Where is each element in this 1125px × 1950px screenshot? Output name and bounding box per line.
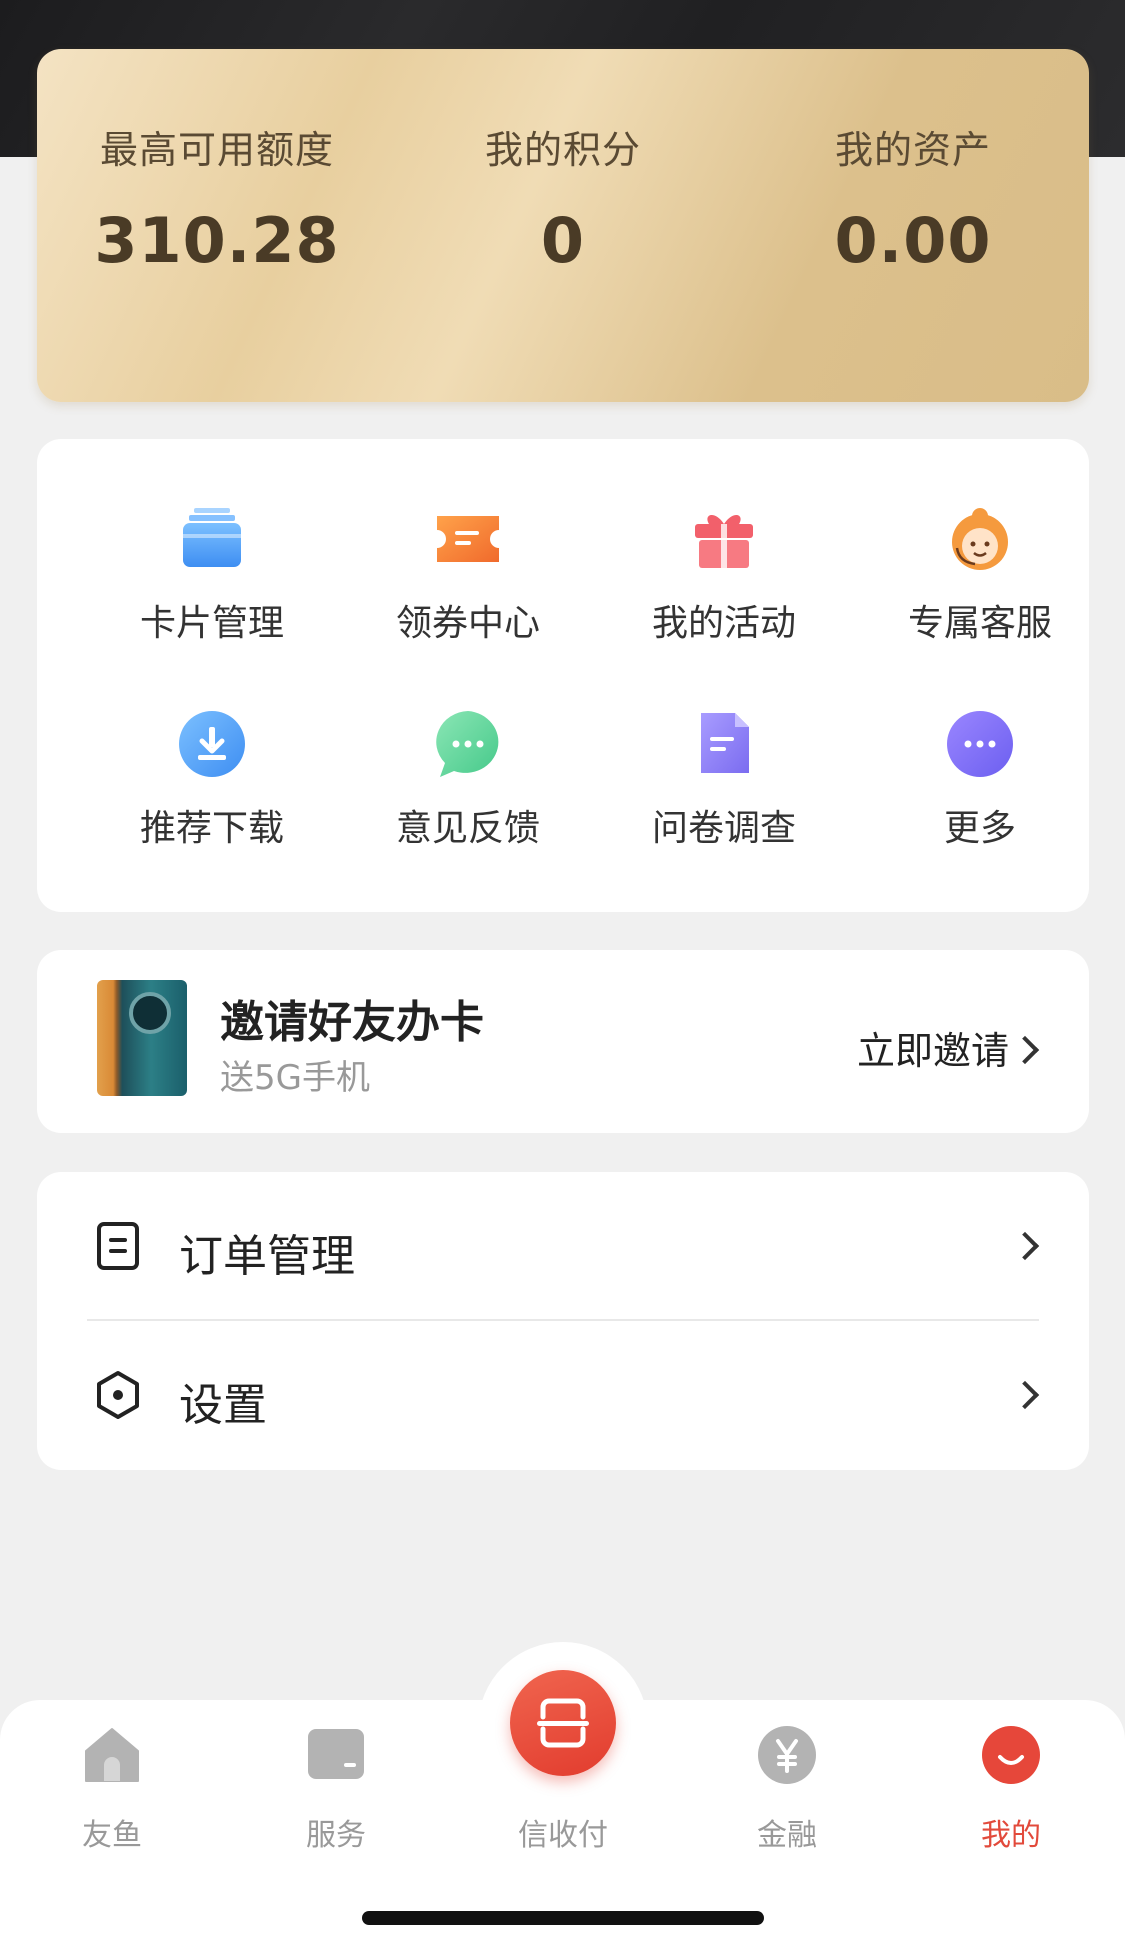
tab-label: 友鱼 — [82, 1818, 142, 1853]
invite-title: 邀请好友办卡 — [220, 997, 484, 1048]
survey-icon — [701, 713, 749, 773]
service-feedback[interactable]: 意见反馈 — [338, 709, 598, 869]
my-points[interactable]: 我的积分 0 — [413, 119, 713, 277]
chevron-right-icon — [1010, 1231, 1040, 1261]
menu-item-label: 设置 — [179, 1380, 267, 1431]
service-more[interactable]: 更多 — [850, 709, 1110, 869]
chevron-right-icon — [1010, 1035, 1040, 1065]
more-icon — [947, 711, 1013, 777]
yen-icon — [758, 1726, 816, 1784]
service-card-management[interactable]: 卡片管理 — [82, 504, 342, 664]
my-points-label: 我的积分 — [484, 128, 641, 172]
service-icon — [308, 1729, 364, 1779]
menu-list: 订单管理 设置 — [37, 1172, 1089, 1470]
customer-service-icon — [952, 508, 1008, 570]
download-icon — [179, 711, 245, 777]
invite-friends-banner[interactable]: 邀请好友办卡 送5G手机 立即邀请 — [37, 950, 1089, 1133]
feedback-icon — [436, 711, 499, 777]
services-grid: 卡片管理 领券中心 我的活动 专属客服 推荐下载 意见反馈 问卷调查 更多 — [37, 439, 1089, 912]
service-label: 卡片管理 — [139, 603, 284, 644]
service-label: 领券中心 — [395, 603, 540, 644]
order-icon — [97, 1222, 139, 1270]
tab-scan-pay-button[interactable] — [510, 1670, 616, 1776]
tab-service[interactable]: 服务 — [256, 1725, 416, 1855]
service-label: 我的活动 — [651, 603, 796, 644]
coupon-icon — [437, 516, 499, 562]
tab-youyu[interactable]: 友鱼 — [32, 1725, 192, 1855]
service-recommend-download[interactable]: 推荐下载 — [82, 709, 342, 869]
phone-camera-graphic — [129, 992, 171, 1034]
page: 最高可用额度 310.28 我的积分 0 我的资产 0.00 卡片管理 领券中心… — [0, 0, 1125, 1950]
service-my-activities[interactable]: 我的活动 — [594, 504, 854, 664]
invite-subtitle: 送5G手机 — [220, 1058, 370, 1098]
tab-label: 服务 — [306, 1818, 366, 1853]
asset-summary-card: 最高可用额度 310.28 我的积分 0 我的资产 0.00 — [37, 49, 1089, 402]
my-assets[interactable]: 我的资产 0.00 — [763, 119, 1063, 277]
settings-icon — [97, 1371, 139, 1419]
tab-label: 我的 — [981, 1818, 1041, 1853]
service-label: 问卷调查 — [651, 808, 796, 849]
menu-item-settings[interactable]: 设置 — [37, 1321, 1089, 1469]
cards-icon — [183, 508, 241, 567]
invite-now-link[interactable]: 立即邀请 — [857, 1020, 1009, 1075]
tab-finance[interactable]: 金融 — [707, 1725, 867, 1855]
menu-item-label: 订单管理 — [179, 1231, 355, 1282]
home-icon — [85, 1728, 139, 1782]
home-indicator — [362, 1911, 764, 1925]
service-label: 更多 — [943, 808, 1016, 849]
my-assets-value: 0.00 — [834, 204, 992, 277]
tab-scan-pay-label: 信收付 — [518, 1818, 608, 1853]
available-credit[interactable]: 最高可用额度 310.28 — [67, 119, 367, 277]
gift-icon — [695, 514, 753, 568]
menu-item-order-management[interactable]: 订单管理 — [37, 1172, 1089, 1321]
service-label: 意见反馈 — [395, 808, 540, 849]
scan-icon — [537, 1698, 589, 1748]
service-survey[interactable]: 问卷调查 — [594, 709, 854, 869]
phone-image — [97, 980, 187, 1096]
service-label: 专属客服 — [907, 603, 1052, 644]
my-assets-label: 我的资产 — [834, 128, 991, 172]
service-coupon-center[interactable]: 领券中心 — [338, 504, 598, 664]
my-points-value: 0 — [540, 204, 586, 277]
service-customer-support[interactable]: 专属客服 — [850, 504, 1110, 664]
available-credit-value: 310.28 — [94, 204, 340, 277]
available-credit-label: 最高可用额度 — [99, 128, 334, 172]
tab-mine[interactable]: 我的 — [931, 1725, 1091, 1855]
tab-label: 金融 — [757, 1818, 817, 1853]
profile-icon — [982, 1726, 1040, 1784]
chevron-right-icon — [1010, 1380, 1040, 1410]
service-label: 推荐下载 — [139, 808, 284, 849]
